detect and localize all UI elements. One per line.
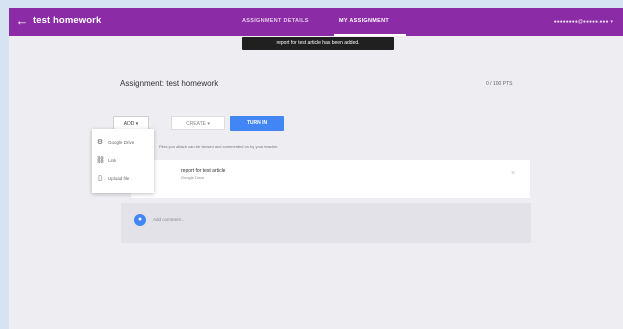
assignment-title: Assignment: test homework <box>120 79 219 88</box>
attachment-type: Google Docs <box>181 175 205 180</box>
attachment-hint: Files you attach can be viewed and comme… <box>159 144 278 149</box>
add-dropdown-menu: ⚙ Google Drive ⛓ Link ▯ Upload file <box>92 129 154 193</box>
attachment-card[interactable]: report for test article Google Docs × <box>131 160 530 198</box>
turn-in-button[interactable]: TURN IN <box>230 116 284 131</box>
tab-my-assignment[interactable]: MY ASSIGNMENT <box>339 18 389 24</box>
menu-item-upload-file[interactable]: ▯ Upload file <box>92 171 154 187</box>
attachment-title[interactable]: report for test article <box>181 168 225 174</box>
back-arrow-icon[interactable]: ← <box>15 13 29 29</box>
class-title: test homework <box>33 15 102 26</box>
points-label: 0 / 100 PTS <box>486 81 513 87</box>
menu-item-label: Upload file <box>108 176 130 181</box>
menu-item-link[interactable]: ⛓ Link <box>92 153 154 169</box>
google-drive-icon: ⚙ <box>96 139 104 146</box>
app-window: ← test homework ASSIGNMENT DETAILS MY AS… <box>9 8 623 329</box>
chevron-down-icon: ▾ <box>610 19 613 25</box>
user-email: ●●●●●●●●@●●●●●.●●● <box>553 19 609 25</box>
menu-item-google-drive[interactable]: ⚙ Google Drive <box>92 135 154 151</box>
menu-item-label: Google Drive <box>108 140 135 145</box>
close-icon[interactable]: × <box>509 169 517 179</box>
add-comment-input[interactable]: Add comment... <box>153 217 185 222</box>
snackbar-toast: report for test article has been added. <box>242 37 394 50</box>
account-menu[interactable]: ●●●●●●●●@●●●●●.●●● ▾ <box>554 19 613 25</box>
private-comment-row: ● Add comment... <box>121 203 531 243</box>
upload-file-icon: ▯ <box>98 175 102 182</box>
avatar: ● <box>134 214 146 226</box>
menu-item-label: Link <box>108 158 117 163</box>
tab-assignment-details[interactable]: ASSIGNMENT DETAILS <box>242 18 309 24</box>
link-icon: ⛓ <box>96 157 105 164</box>
active-tab-indicator <box>334 34 406 36</box>
top-app-bar: ← test homework ASSIGNMENT DETAILS MY AS… <box>9 8 623 36</box>
add-button[interactable]: ADD ▾ <box>113 116 149 130</box>
create-button[interactable]: CREATE ▾ <box>171 116 225 130</box>
